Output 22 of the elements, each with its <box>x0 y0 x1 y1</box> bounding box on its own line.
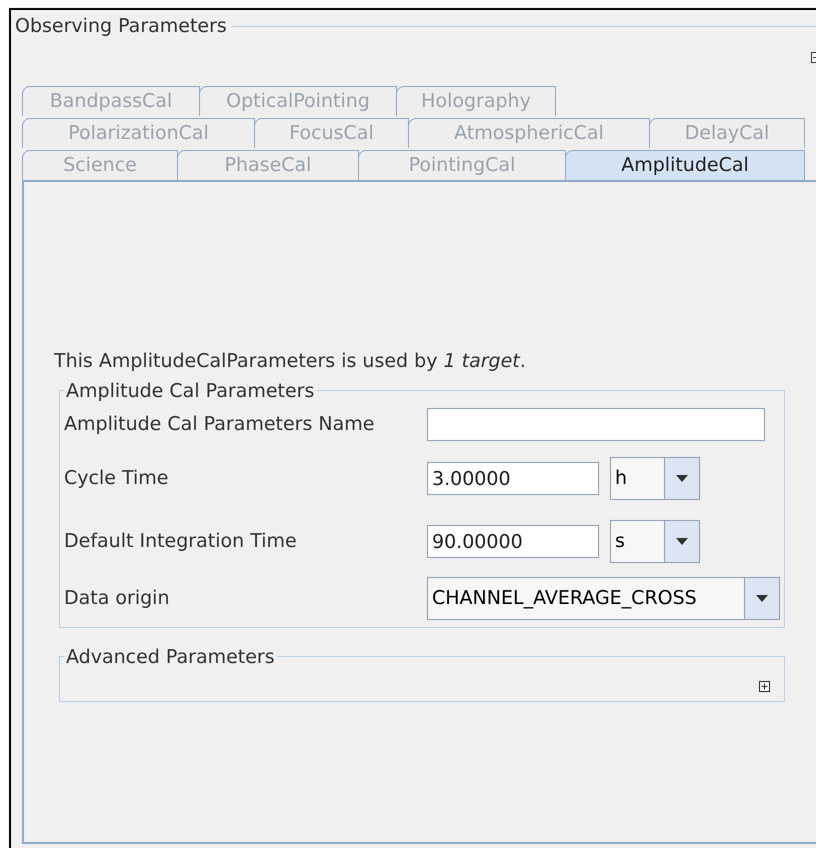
usage-note: This AmplitudeCalParameters is used by 1 target. <box>54 348 527 374</box>
field-label: Cycle Time <box>64 466 170 492</box>
panel-title: Observing Parameters <box>15 14 227 39</box>
tab[interactable]: AmplitudeCal <box>565 150 805 180</box>
tab[interactable]: BandpassCal <box>22 86 200 116</box>
field-label: Default Integration Time <box>64 529 298 554</box>
tab[interactable]: PolarizationCal <box>22 118 255 148</box>
tab[interactable]: DelayCal <box>649 118 805 148</box>
number-field[interactable]: 3.00000 <box>427 462 599 495</box>
text-field[interactable] <box>427 408 765 440</box>
number-field[interactable]: 90.00000 <box>427 525 599 558</box>
tab[interactable]: Holography <box>396 86 556 116</box>
data-origin-dropdown[interactable]: CHANNEL_AVERAGE_CROSS <box>427 576 780 620</box>
expand-icon[interactable] <box>759 681 770 692</box>
caret-icon <box>756 594 768 602</box>
tab[interactable]: Science <box>22 150 178 180</box>
caret-icon <box>676 475 688 482</box>
unit-dropdown[interactable]: h <box>610 457 700 500</box>
field-label: Data origin <box>64 586 171 611</box>
field-label: Amplitude Cal Parameters Name <box>64 412 376 437</box>
caret-icon <box>676 538 688 545</box>
unit-dropdown[interactable]: s <box>610 520 700 563</box>
